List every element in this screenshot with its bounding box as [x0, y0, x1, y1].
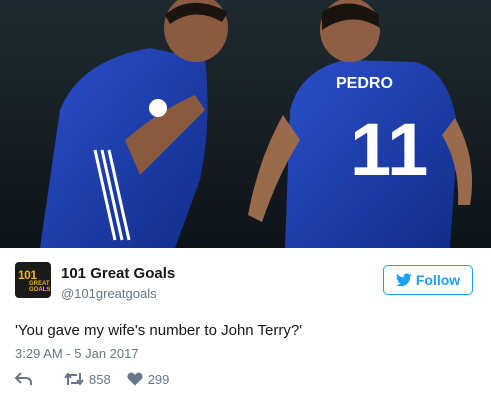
- heart-icon: [127, 372, 143, 386]
- tweet-timestamp[interactable]: 3:29 AM - 5 Jan 2017: [15, 346, 139, 361]
- twitter-bird-icon: [395, 273, 412, 287]
- tweet-text: 'You gave my wife's number to John Terry…: [15, 322, 303, 339]
- author-handle[interactable]: @101greatgoals: [61, 286, 157, 301]
- retweet-count: 858: [89, 371, 111, 387]
- avatar[interactable]: 101 GREAT GOALS: [15, 262, 51, 298]
- avatar-line-1: 101: [18, 268, 37, 282]
- tweet-photo[interactable]: PEDRO 11: [0, 0, 491, 248]
- like-count: 299: [147, 371, 170, 387]
- reply-icon: [15, 372, 32, 385]
- avatar-line-2: GREAT GOALS: [29, 281, 51, 293]
- author-display-name[interactable]: 101 Great Goals: [61, 265, 175, 282]
- follow-label: Follow: [415, 272, 461, 288]
- tweet-actions: 858 299: [15, 370, 185, 388]
- like-button[interactable]: 299: [127, 371, 170, 387]
- retweet-button[interactable]: 858: [64, 372, 111, 387]
- jersey-name-text: PEDRO: [336, 75, 393, 92]
- reply-button[interactable]: [15, 372, 32, 386]
- retweet-icon: [64, 372, 84, 386]
- follow-button[interactable]: Follow: [383, 265, 473, 295]
- jersey-number-text: 11: [350, 108, 428, 191]
